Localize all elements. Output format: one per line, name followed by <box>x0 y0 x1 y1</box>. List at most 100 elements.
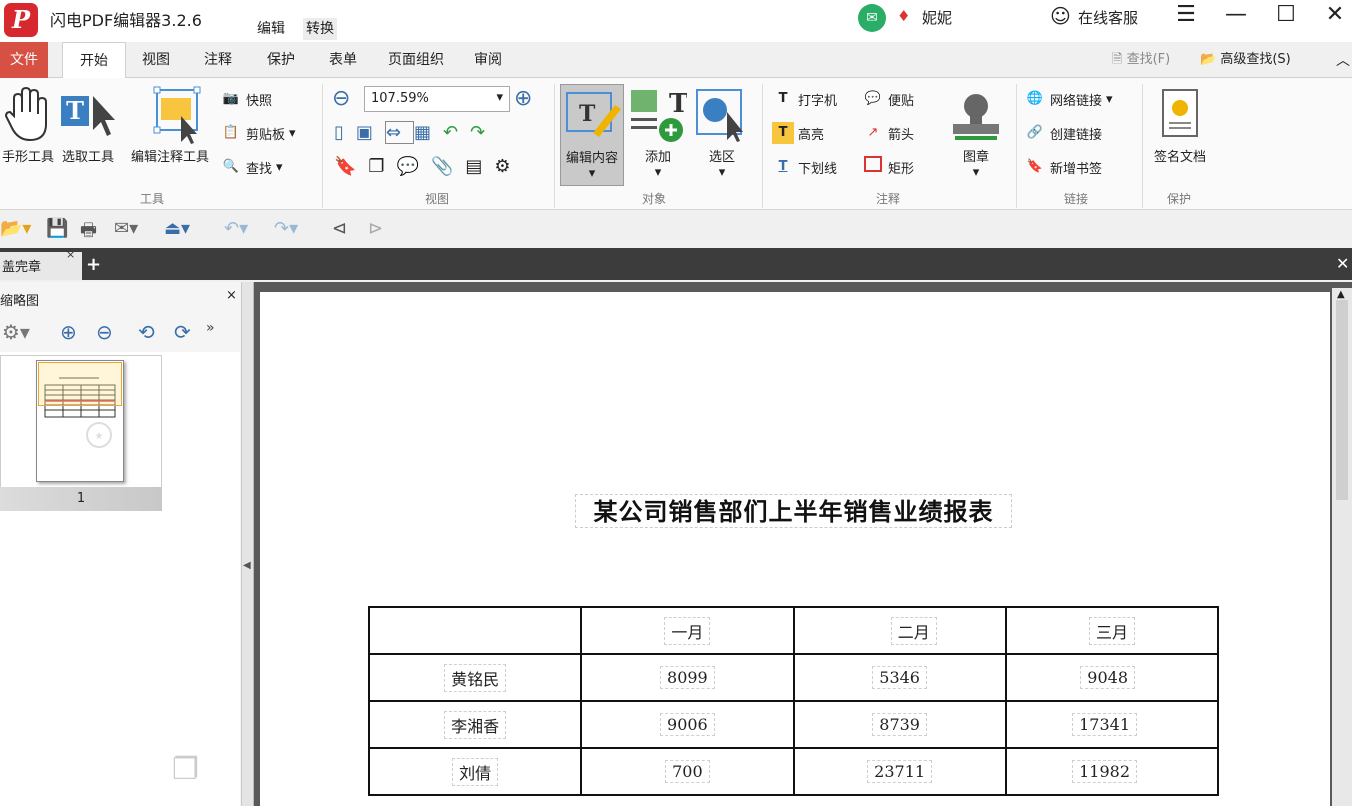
cell-text[interactable]: 8739 <box>872 713 927 736</box>
cell-text[interactable]: 9006 <box>660 713 715 736</box>
fit-width-icon[interactable]: ⇔ <box>384 121 415 144</box>
find-button[interactable]: 🗎 查找(F) <box>1112 48 1170 72</box>
redo-icon[interactable]: ↷▾ <box>274 218 298 239</box>
wechat-icon[interactable]: ✉ <box>858 4 886 32</box>
tab-view[interactable]: 视图 <box>138 42 174 78</box>
rectangle-button[interactable]: 矩形 <box>862 156 914 178</box>
undo-icon[interactable]: ↶▾ <box>224 218 248 239</box>
tab-form[interactable]: 表单 <box>325 42 361 78</box>
cell-text[interactable]: 23711 <box>867 760 933 783</box>
tab-home[interactable]: 开始 <box>62 42 126 79</box>
note-button[interactable]: 💬 便贴 <box>862 88 914 110</box>
edit-annotation-tool-button[interactable]: 编辑注释工具 <box>122 84 218 165</box>
add-button[interactable]: T 添加 ▾ <box>628 84 688 180</box>
scrollbar-thumb[interactable] <box>1336 300 1348 500</box>
layers-icon[interactable]: ▤ <box>465 156 494 177</box>
cell-text[interactable]: 17341 <box>1072 713 1137 736</box>
select-tool-button[interactable]: T 选取工具 <box>56 84 120 165</box>
tab-file[interactable]: 文件 <box>0 42 48 78</box>
clipboard-button[interactable]: 📋 剪贴板 ▾ <box>220 122 296 144</box>
scanner-icon[interactable]: ⏏▾ <box>164 218 190 239</box>
gear-icon[interactable]: ⚙▾ <box>2 320 30 344</box>
tab-review[interactable]: 审阅 <box>470 42 506 78</box>
web-link-button[interactable]: 🌐 网络链接 ▾ <box>1024 88 1113 110</box>
close-document-icon[interactable]: ✕ <box>1336 254 1349 273</box>
enlarge-thumbnail-icon[interactable]: ⊕ <box>60 320 77 344</box>
rotate-right-icon[interactable]: ↷ <box>470 122 497 143</box>
minimize-icon[interactable]: — <box>1216 0 1256 32</box>
stamp-button[interactable]: 图章 ▾ <box>944 84 1008 180</box>
menu-convert[interactable]: 转换 <box>303 18 337 40</box>
next-view-icon[interactable]: ⊳ <box>368 218 383 239</box>
hand-tool-button[interactable]: 手形工具 <box>0 84 56 165</box>
cell-text[interactable]: 11982 <box>1072 760 1137 783</box>
settings-doc-icon[interactable]: ⚙ <box>494 156 522 177</box>
advanced-find-button[interactable]: 📂 高级查找(S) <box>1200 48 1291 67</box>
zoom-select[interactable]: 107.59% ▾ <box>364 86 510 112</box>
scroll-up-icon[interactable]: ▲ <box>1337 289 1345 300</box>
hamburger-menu-icon[interactable]: ☰ <box>1166 0 1206 32</box>
zoom-in-icon[interactable]: ⊕ <box>514 86 532 111</box>
bookmark-icon[interactable]: 🔖 <box>334 156 368 177</box>
arrow-button[interactable]: ↗ 箭头 <box>862 122 914 144</box>
thumbnail-viewport-highlight[interactable] <box>38 362 122 406</box>
close-icon[interactable]: ✕ <box>1315 0 1352 32</box>
cell-text[interactable]: 刘倩 <box>452 757 499 786</box>
rotate-left-icon[interactable]: ↶ <box>443 122 470 143</box>
print-icon[interactable]: 🖶 <box>80 218 97 248</box>
cell-text[interactable]: 8099 <box>660 666 715 689</box>
highlight-button[interactable]: T 高亮 <box>772 122 824 144</box>
hand-icon <box>0 84 56 146</box>
service-icon[interactable]: ☺ <box>1050 4 1071 28</box>
tab-protect[interactable]: 保护 <box>263 42 299 78</box>
collapse-panel-icon[interactable]: ◀ <box>243 560 251 571</box>
comment-icon[interactable]: 💬 <box>397 156 431 177</box>
attachment-icon[interactable]: 📎 <box>431 156 465 177</box>
cell-text[interactable]: 李湘香 <box>444 710 507 739</box>
add-bookmark-button[interactable]: 🔖 新增书签 <box>1024 156 1102 178</box>
cell-text[interactable]: 9048 <box>1080 666 1135 689</box>
cell-text[interactable]: 黄铭民 <box>444 663 507 692</box>
cell-text[interactable]: 5346 <box>872 666 927 689</box>
zoom-value: 107.59% <box>371 91 429 106</box>
find-tool-button[interactable]: 🔍 查找 ▾ <box>220 156 283 178</box>
more-icon[interactable]: » <box>206 320 215 336</box>
save-icon[interactable]: 💾 <box>46 218 68 239</box>
document-heading[interactable]: 某公司销售部们上半年销售业绩报表 <box>575 494 1012 528</box>
snapshot-button[interactable]: 📷 快照 <box>220 88 272 110</box>
panel-splitter[interactable] <box>242 282 254 806</box>
email-icon[interactable]: ✉▾ <box>114 218 138 239</box>
header-text[interactable]: 三月 <box>1088 616 1135 645</box>
previous-view-icon[interactable]: ⊲ <box>332 218 347 239</box>
typewriter-button[interactable]: T 打字机 <box>772 88 837 110</box>
text-select-icon: T <box>56 84 120 146</box>
zoom-out-icon[interactable]: ⊖ <box>332 86 350 111</box>
open-folder-icon[interactable]: 📂▾ <box>0 218 31 239</box>
view-panel-icons[interactable]: 🔖❐💬📎▤⚙ <box>334 156 523 177</box>
edit-content-button[interactable]: T 编辑内容 ▾ <box>560 84 624 186</box>
rotate-right-90-icon[interactable]: ⟳ <box>174 320 191 344</box>
underline-button[interactable]: T 下划线 <box>772 156 837 178</box>
close-tab-icon[interactable]: × <box>66 248 75 261</box>
fit-visible-icon[interactable]: ▦ <box>414 122 443 143</box>
fit-page-icon[interactable]: ▣ <box>356 122 385 143</box>
ribbon-collapse-icon[interactable]: ︿ <box>1336 50 1350 70</box>
header-text[interactable]: 一月 <box>664 616 711 645</box>
new-tab-icon[interactable]: + <box>86 254 101 275</box>
shrink-thumbnail-icon[interactable]: ⊖ <box>96 320 113 344</box>
user-name[interactable]: 妮妮 <box>922 7 952 28</box>
online-service-button[interactable]: 在线客服 <box>1078 7 1138 28</box>
header-text[interactable]: 二月 <box>890 616 937 645</box>
sign-document-button[interactable]: 签名文档 <box>1146 84 1214 165</box>
page-fit-icons[interactable]: ▯▣⇔▦↶↷ <box>334 121 497 144</box>
menu-edit[interactable]: 编辑 <box>254 18 288 40</box>
tab-page-org[interactable]: 页面组织 <box>384 42 448 78</box>
maximize-icon[interactable]: ☐ <box>1266 0 1306 32</box>
cell-text[interactable]: 700 <box>665 760 710 783</box>
create-link-button[interactable]: 🔗 创建链接 <box>1024 122 1102 144</box>
select-area-button[interactable]: 选区 ▾ <box>692 84 752 180</box>
tab-annotate[interactable]: 注释 <box>200 42 236 78</box>
rotate-left-90-icon[interactable]: ⟲ <box>138 320 155 344</box>
panel-close-icon[interactable]: × <box>226 288 237 303</box>
pages-icon[interactable]: ❐ <box>368 156 396 177</box>
